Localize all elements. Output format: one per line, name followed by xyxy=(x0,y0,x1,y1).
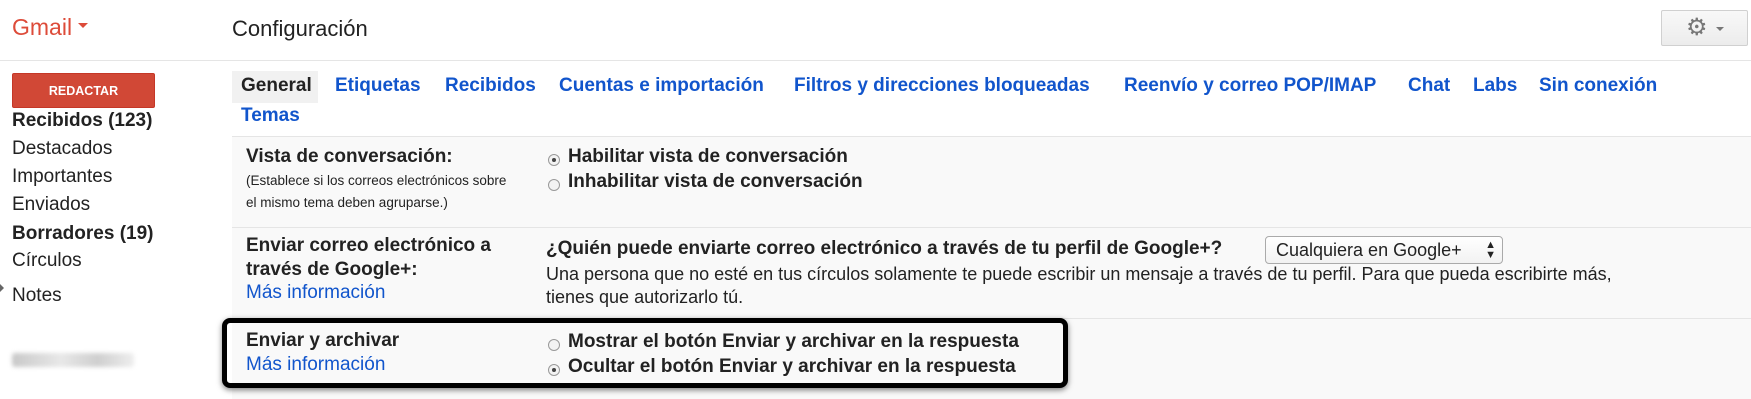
sidebar-item-inbox[interactable]: Recibidos (123) xyxy=(12,110,152,132)
google-plus-more-info-link[interactable]: Más información xyxy=(246,282,385,304)
option-disable-conversation[interactable]: Inhabilitar vista de conversación xyxy=(568,171,863,193)
tab-accounts[interactable]: Cuentas e importación xyxy=(559,75,764,97)
tab-chat[interactable]: Chat xyxy=(1408,75,1450,97)
tab-filters[interactable]: Filtros y direcciones bloqueadas xyxy=(794,75,1090,97)
tab-general[interactable]: General xyxy=(241,75,312,97)
chevron-down-icon xyxy=(1716,27,1724,31)
conversation-view-label: Vista de conversación: xyxy=(246,146,453,167)
help-line: (Establece si los correos electrónicos s… xyxy=(246,173,507,188)
tab-forwarding[interactable]: Reenvío y correo POP/IMAP xyxy=(1124,75,1376,97)
brand-label: Gmail xyxy=(12,14,73,40)
sidebar-item-drafts[interactable]: Borradores (19) xyxy=(12,223,154,245)
google-plus-label: Enviar correo electrónico a xyxy=(246,235,491,256)
sidebar-item-sent[interactable]: Enviados xyxy=(12,194,90,216)
sidebar-item-redacted[interactable] xyxy=(12,353,134,367)
google-plus-description: Una persona que no esté en tus círculos … xyxy=(546,264,1612,284)
settings-button[interactable]: ⚙ xyxy=(1661,10,1748,46)
header-divider xyxy=(0,60,1751,61)
select-arrows-icon: ▲ ▼ xyxy=(1485,239,1496,261)
tab-themes[interactable]: Temas xyxy=(241,105,300,127)
sidebar-item-important[interactable]: Importantes xyxy=(12,166,112,188)
gear-icon: ⚙ xyxy=(1686,14,1708,41)
google-plus-select[interactable]: Cualquiera en Google+ ▲ ▼ xyxy=(1265,236,1503,264)
tab-labels[interactable]: Etiquetas xyxy=(335,75,421,97)
google-plus-description-line2: tienes que autorizarlo tú. xyxy=(546,287,744,307)
sidebar-item-notes[interactable]: Notes xyxy=(12,285,62,307)
radio-enable-conversation[interactable] xyxy=(548,154,560,166)
google-plus-question: ¿Quién puede enviarte correo electrónico… xyxy=(546,238,1223,259)
chevron-down-icon xyxy=(78,23,89,29)
conversation-view-help: (Establece si los correos electrónicos s… xyxy=(246,170,506,214)
google-plus-label-line2: través de Google+: xyxy=(246,259,418,280)
tab-offline[interactable]: Sin conexión xyxy=(1539,75,1657,97)
page-title: Configuración xyxy=(232,16,368,41)
help-line: el mismo tema deben agruparse.) xyxy=(246,195,448,210)
sidebar-item-starred[interactable]: Destacados xyxy=(12,138,112,160)
sidebar-item-circles[interactable]: Círculos xyxy=(12,250,82,272)
radio-disable-conversation[interactable] xyxy=(548,179,560,191)
tab-inbox[interactable]: Recibidos xyxy=(445,75,536,97)
expand-arrow-icon[interactable] xyxy=(0,284,4,292)
gmail-menu[interactable]: Gmail xyxy=(12,14,89,41)
option-enable-conversation[interactable]: Habilitar vista de conversación xyxy=(568,146,848,168)
compose-button[interactable]: REDACTAR xyxy=(12,73,155,108)
select-value: Cualquiera en Google+ xyxy=(1276,240,1462,260)
tab-labs[interactable]: Labs xyxy=(1473,75,1517,97)
highlight-box xyxy=(222,318,1068,388)
